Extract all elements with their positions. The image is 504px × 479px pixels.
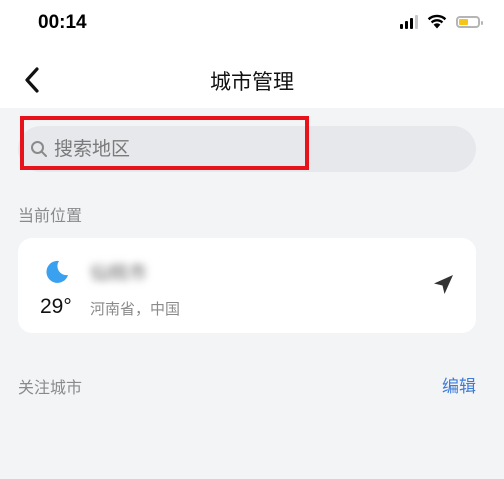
followed-cities-label: 关注城市 [18,378,83,397]
status-time: 00:14 [38,12,87,33]
navigation-bar: 城市管理 [0,52,504,108]
signal-icon [400,14,418,29]
search-box[interactable] [18,126,476,172]
current-location-label: 当前位置 [18,206,83,225]
wifi-icon [427,14,447,29]
search-icon [31,141,47,157]
location-arrow-icon[interactable] [432,274,454,296]
battery-icon [456,15,483,28]
edit-button[interactable]: 编辑 [442,372,476,397]
page-title: 城市管理 [210,70,294,94]
city-name: 仙桃市 [90,262,148,284]
region-text: 河南省，中国 [90,300,181,318]
status-bar: 00:14 [0,0,504,52]
moon-icon [46,260,68,283]
search-input[interactable] [54,126,454,172]
status-icons [400,14,483,29]
temperature: 29° [40,295,72,318]
current-location-card[interactable]: 仙桃市 29° 河南省，中国 [18,238,476,333]
